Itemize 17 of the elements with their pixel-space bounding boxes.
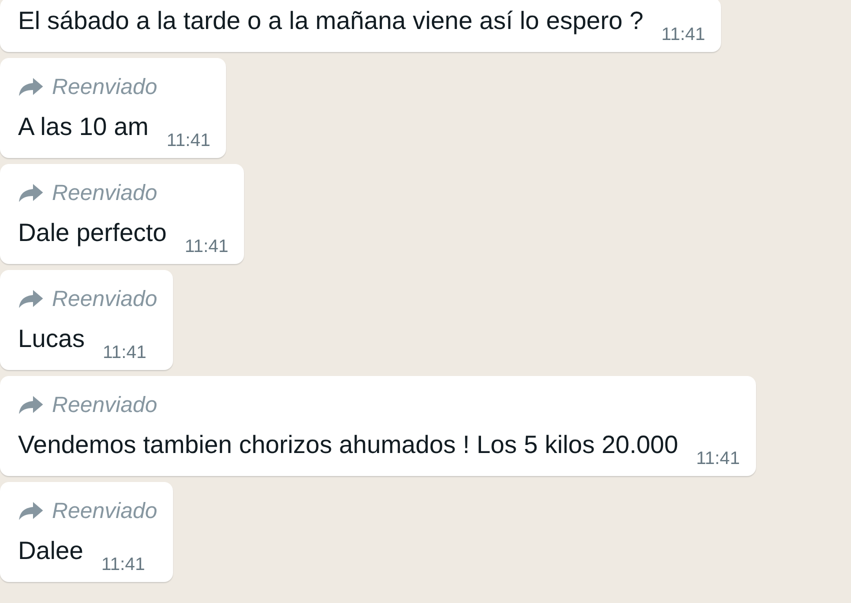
message-text: Dalee bbox=[18, 536, 84, 566]
forwarded-label: Reenviado bbox=[52, 180, 158, 206]
message-time: 11:41 bbox=[102, 342, 146, 363]
message-time: 11:41 bbox=[101, 554, 146, 575]
message-time: 11:41 bbox=[661, 24, 706, 45]
forwarded-label: Reenviado bbox=[52, 286, 158, 312]
forwarded-label: Reenviado bbox=[52, 392, 158, 418]
message-time: 11:41 bbox=[696, 448, 740, 469]
message-text: Lucas bbox=[18, 324, 85, 354]
message-text: Vendemos tambien chorizos ahumados ! Los 5 kilos 20.000 bbox=[18, 430, 678, 460]
message-time: 11:41 bbox=[184, 236, 228, 257]
message-text: A las 10 am bbox=[18, 112, 149, 142]
message-text: El sábado a la tarde o a la mañana viene así lo espero ? bbox=[18, 6, 644, 36]
message-text: Dale perfecto bbox=[18, 218, 167, 248]
forwarded-label: Reenviado bbox=[52, 74, 158, 100]
forwarded-label: Reenviado bbox=[52, 498, 158, 524]
message-time: 11:41 bbox=[166, 130, 210, 151]
